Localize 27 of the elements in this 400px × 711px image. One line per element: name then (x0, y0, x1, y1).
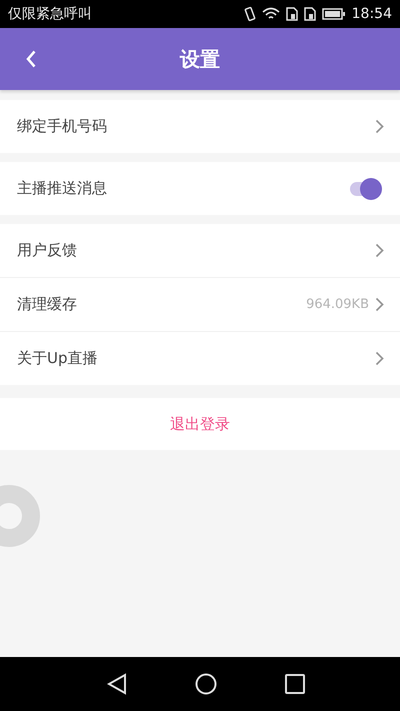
chevron-icon (375, 119, 384, 134)
chevron-icon (375, 351, 384, 366)
recent-apps-icon[interactable] (285, 674, 305, 694)
setting-label: 关于Up直播 (17, 349, 99, 368)
setting-label: 用户反馈 (17, 241, 78, 260)
wifi-icon (262, 7, 280, 21)
vibrate-icon (244, 6, 256, 22)
toggle-switch[interactable] (348, 178, 382, 200)
settings-row[interactable]: 清理缓存 964.09KB (0, 278, 400, 331)
sim-card-icon (286, 7, 298, 21)
settings-row[interactable]: 绑定手机号码 (0, 100, 400, 153)
settings-row[interactable]: 用户反馈 (0, 224, 400, 277)
setting-label: 清理缓存 (17, 295, 78, 314)
settings-row[interactable]: 关于Up直播 (0, 332, 400, 385)
battery-icon (322, 8, 346, 20)
back-icon[interactable] (107, 673, 127, 695)
status-text: 仅限紧急呼叫 (8, 5, 93, 23)
setting-label: 主播推送消息 (17, 179, 108, 198)
status-time: 18:54 (352, 6, 392, 22)
cache-size: 964.09KB (306, 297, 369, 312)
chevron-icon (375, 297, 384, 312)
sim-card-icon (304, 7, 316, 21)
home-icon[interactable] (195, 673, 217, 695)
settings-row[interactable]: 主播推送消息 (0, 162, 400, 215)
page-title: 设置 (180, 46, 220, 70)
setting-label: 绑定手机号码 (17, 117, 108, 136)
chevron-icon (375, 243, 384, 258)
